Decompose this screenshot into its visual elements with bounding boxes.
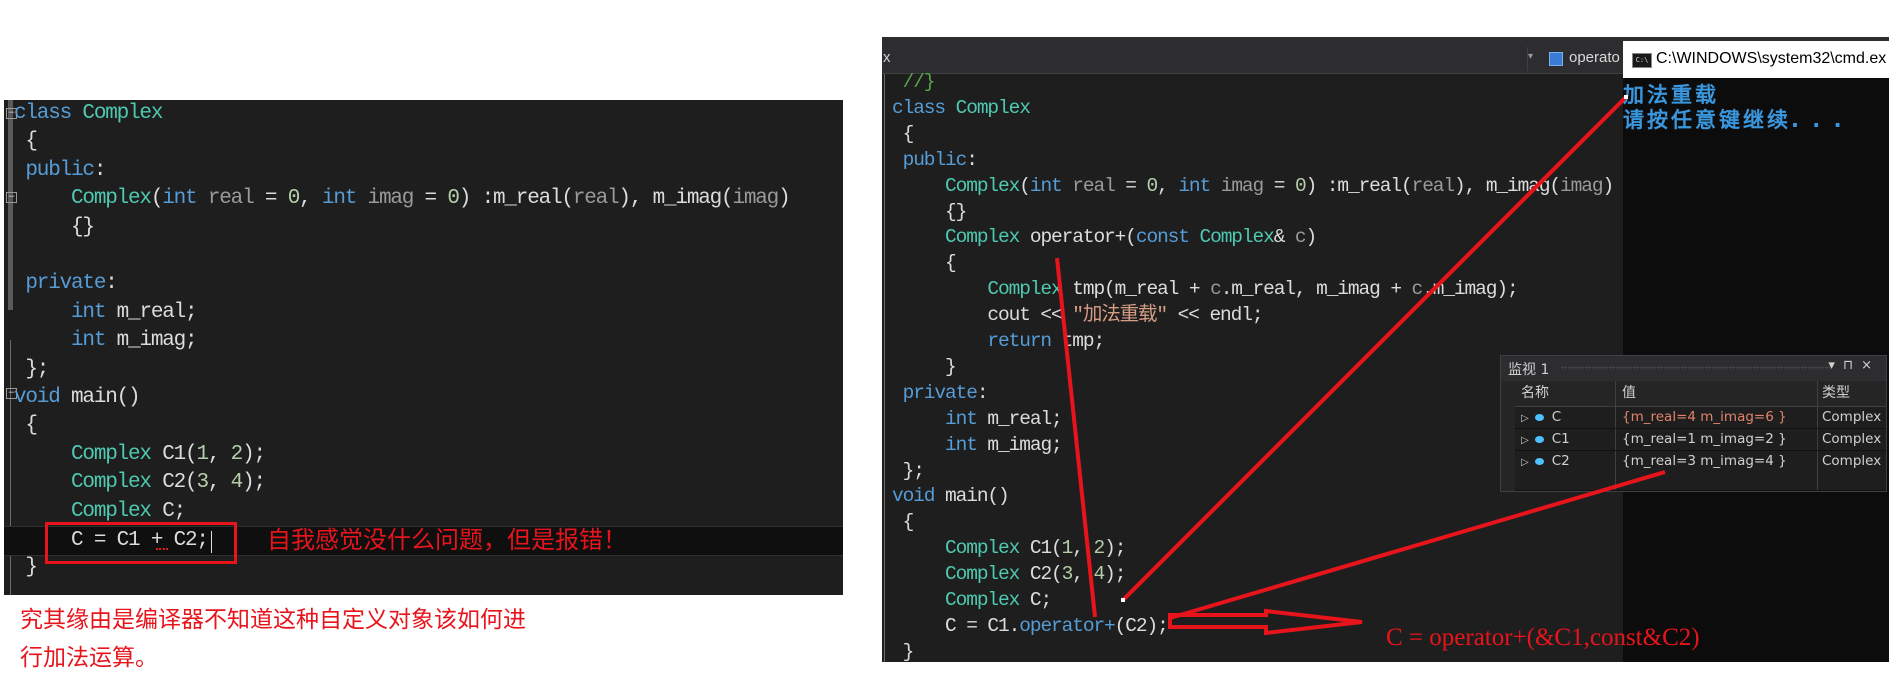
annotation-line-operator <box>1055 257 1097 618</box>
annotation-overlay <box>1055 95 1666 636</box>
annotation-line-console <box>1121 95 1628 602</box>
right-arrow <box>1168 608 1363 636</box>
line-endpoint <box>1121 598 1125 602</box>
line-endpoint <box>1624 95 1628 99</box>
annotation-line-watch <box>1169 470 1666 620</box>
